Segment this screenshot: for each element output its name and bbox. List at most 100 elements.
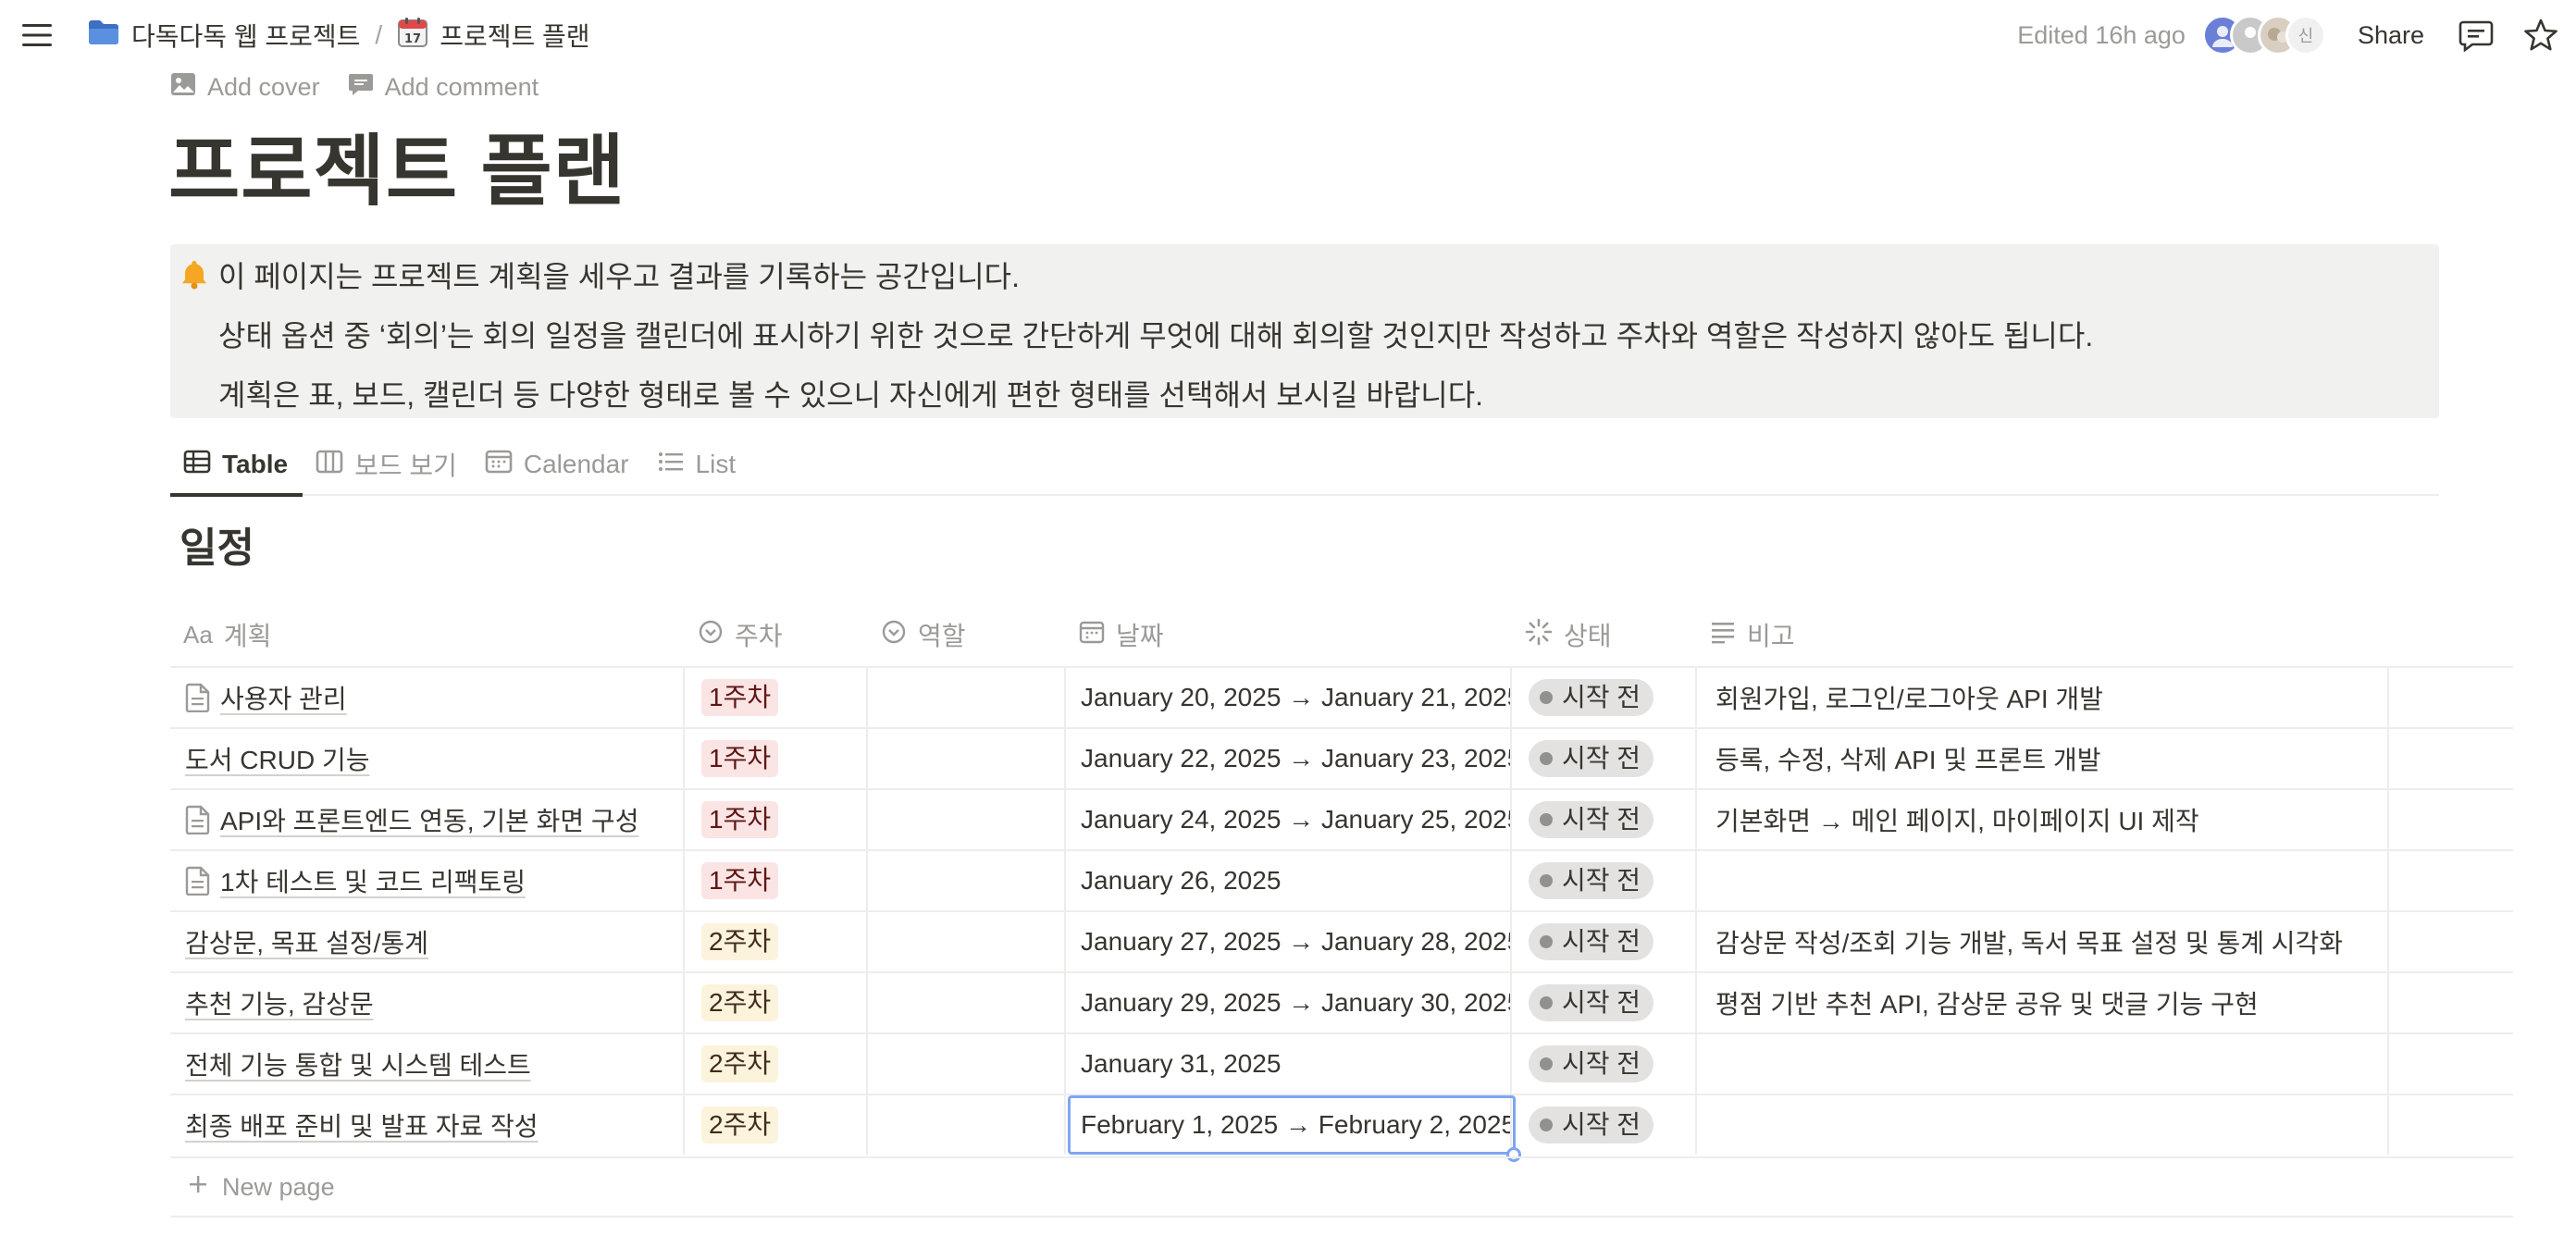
cell-role[interactable] <box>868 973 1064 1032</box>
cell-empty[interactable] <box>2389 668 2513 727</box>
table-row[interactable]: 추천 기능, 감상문 2주차 January 29, 2025 → January … <box>170 971 2513 1032</box>
cell-empty[interactable] <box>2389 729 2513 788</box>
avatar-group[interactable]: 신 <box>2201 15 2326 56</box>
cell-week[interactable]: 2주차 <box>685 1095 866 1155</box>
plan-name-text[interactable]: 추천 기능, 감상문 <box>185 984 374 1021</box>
tab-list[interactable]: List <box>644 434 751 495</box>
comments-icon[interactable] <box>2458 17 2495 54</box>
hamburger-menu-icon[interactable] <box>20 20 54 50</box>
cell-note[interactable] <box>1697 1095 2387 1155</box>
cell-note[interactable]: 감상문 작성/조회 기능 개발, 독서 목표 설정 및 통계 시각화 <box>1697 912 2387 971</box>
column-header-role[interactable]: 역할 <box>868 603 966 666</box>
cell-status[interactable]: 시작 전 <box>1512 1034 1695 1094</box>
callout-block[interactable]: 이 페이지는 프로젝트 계획을 세우고 결과를 기록하는 공간입니다. 상태 옵… <box>170 244 2439 418</box>
cell-date[interactable]: January 24, 2025 → January 25, 2025 <box>1066 790 1510 849</box>
cell-date[interactable]: January 26, 2025 <box>1066 851 1510 910</box>
cell-status[interactable]: 시작 전 <box>1512 668 1695 727</box>
status-label: 시작 전 <box>1562 805 1641 834</box>
cell-date[interactable]: January 27, 2025 → January 28, 2025 <box>1066 912 1510 971</box>
breadcrumb-page[interactable]: 17 프로젝트 플랜 <box>391 13 595 58</box>
cell-role[interactable] <box>868 790 1064 849</box>
table-row[interactable]: 최종 배포 준비 및 발표 자료 작성 2주차 February 1, 2025 →… <box>170 1094 2513 1162</box>
cell-empty[interactable] <box>2389 973 2513 1032</box>
cell-status[interactable]: 시작 전 <box>1512 729 1695 788</box>
cell-plan-name[interactable]: 추천 기능, 감상문 <box>170 973 683 1032</box>
cell-plan-name[interactable]: API와 프론트엔드 연동, 기본 화면 구성 <box>170 790 683 849</box>
new-page-button[interactable]: New page <box>170 1156 2513 1217</box>
table-row[interactable]: 도서 CRUD 기능 1주차 January 22, 2025 → January … <box>170 727 2513 788</box>
plan-name-text[interactable]: 감상문, 목표 설정/통계 <box>185 923 428 960</box>
column-header-status[interactable]: 상태 <box>1512 603 1612 666</box>
cell-empty[interactable] <box>2389 1095 2513 1155</box>
cell-role[interactable] <box>868 668 1064 727</box>
plan-name-text[interactable]: 최종 배포 준비 및 발표 자료 작성 <box>185 1106 539 1143</box>
cell-plan-name[interactable]: 도서 CRUD 기능 <box>170 729 683 788</box>
database-title[interactable]: 일정 <box>180 514 254 574</box>
cell-plan-name[interactable]: 1차 테스트 및 코드 리팩토링 <box>170 851 683 910</box>
plan-name-text[interactable]: API와 프론트엔드 연동, 기본 화면 구성 <box>220 801 638 838</box>
cell-week[interactable]: 1주차 <box>685 668 866 727</box>
cell-role[interactable] <box>868 851 1064 910</box>
status-label: 시작 전 <box>1562 927 1641 956</box>
favorite-star-icon[interactable] <box>2522 17 2559 54</box>
share-button[interactable]: Share <box>2358 21 2424 50</box>
breadcrumb-workspace[interactable]: 다독다독 웹 프로젝트 <box>81 13 365 57</box>
cell-note[interactable]: 평점 기반 추천 API, 감상문 공유 및 댓글 기능 구현 <box>1697 973 2387 1032</box>
cell-note[interactable] <box>1697 1034 2387 1094</box>
cell-date[interactable]: January 31, 2025 <box>1066 1034 1510 1094</box>
cell-empty[interactable] <box>2389 912 2513 971</box>
cell-week[interactable]: 1주차 <box>685 729 866 788</box>
cell-status[interactable]: 시작 전 <box>1512 912 1695 971</box>
tab-calendar[interactable]: Calendar <box>472 434 644 495</box>
tab-table[interactable]: Table <box>170 434 303 497</box>
column-header-name[interactable]: Aa 계획 <box>170 603 271 666</box>
page-title[interactable]: 프로젝트 플랜 <box>168 120 625 222</box>
cell-note[interactable] <box>1697 851 2387 910</box>
plan-name-text[interactable]: 사용자 관리 <box>220 679 347 716</box>
table-row[interactable]: 감상문, 목표 설정/통계 2주차 January 27, 2025 → Janua… <box>170 910 2513 971</box>
plan-name-text[interactable]: 전체 기능 통합 및 시스템 테스트 <box>185 1045 531 1082</box>
cell-date[interactable]: January 29, 2025 → January 30, 2025 <box>1066 973 1510 1032</box>
plan-name-text[interactable]: 도서 CRUD 기능 <box>185 740 369 777</box>
table-row[interactable]: 사용자 관리 1주차 January 20, 2025 → January 21, … <box>170 666 2513 727</box>
tab-board[interactable]: 보드 보기 <box>303 434 472 495</box>
cell-status[interactable]: 시작 전 <box>1512 973 1695 1032</box>
table-row[interactable]: API와 프론트엔드 연동, 기본 화면 구성 1주차 January 24, 20… <box>170 788 2513 849</box>
cell-status[interactable]: 시작 전 <box>1512 851 1695 910</box>
cell-note[interactable]: 기본화면 → 메인 페이지, 마이페이지 UI 제작 <box>1697 790 2387 849</box>
cell-note[interactable]: 등록, 수정, 삭제 API 및 프론트 개발 <box>1697 729 2387 788</box>
cell-empty[interactable] <box>2389 1034 2513 1094</box>
cell-date[interactable]: January 20, 2025 → January 21, 2025 <box>1066 668 1510 727</box>
cell-plan-name[interactable]: 감상문, 목표 설정/통계 <box>170 912 683 971</box>
table-row[interactable]: 1차 테스트 및 코드 리팩토링 1주차 January 26, 2025 시작 전 <box>170 849 2513 910</box>
cell-plan-name[interactable]: 전체 기능 통합 및 시스템 테스트 <box>170 1034 683 1094</box>
cell-role[interactable] <box>868 912 1064 971</box>
cell-week[interactable]: 1주차 <box>685 790 866 849</box>
cell-week[interactable]: 1주차 <box>685 851 866 910</box>
cell-week[interactable]: 2주차 <box>685 1034 866 1094</box>
cell-date[interactable]: January 22, 2025 → January 23, 2025 <box>1066 729 1510 788</box>
add-cover-button[interactable]: Add cover <box>170 72 320 103</box>
cell-empty[interactable] <box>2389 790 2513 849</box>
cell-status[interactable]: 시작 전 <box>1512 1095 1695 1155</box>
table-row[interactable]: 전체 기능 통합 및 시스템 테스트 2주차 January 31, 2025 시작 … <box>170 1032 2513 1094</box>
column-header-week[interactable]: 주차 <box>685 603 783 666</box>
cell-role[interactable] <box>868 1095 1064 1155</box>
cell-week[interactable]: 2주차 <box>685 912 866 971</box>
plan-name-text[interactable]: 1차 테스트 및 코드 리팩토링 <box>220 862 526 899</box>
breadcrumb-separator: / <box>375 20 383 49</box>
cell-date[interactable]: February 1, 2025 → February 2, 2025 <box>1066 1095 1510 1155</box>
cell-status[interactable]: 시작 전 <box>1512 790 1695 849</box>
cell-note[interactable]: 회원가입, 로그인/로그아웃 API 개발 <box>1697 668 2387 727</box>
avatar[interactable]: 신 <box>2285 15 2326 56</box>
column-header-date[interactable]: 날짜 <box>1066 603 1164 666</box>
cell-role[interactable] <box>868 729 1064 788</box>
add-comment-button[interactable]: Add comment <box>348 72 539 103</box>
status-label: 시작 전 <box>1562 683 1641 711</box>
cell-role[interactable] <box>868 1034 1064 1094</box>
cell-empty[interactable] <box>2389 851 2513 910</box>
cell-plan-name[interactable]: 최종 배포 준비 및 발표 자료 작성 <box>170 1095 683 1155</box>
cell-plan-name[interactable]: 사용자 관리 <box>170 668 683 727</box>
cell-week[interactable]: 2주차 <box>685 973 866 1032</box>
column-header-note[interactable]: 비고 <box>1697 603 1795 666</box>
